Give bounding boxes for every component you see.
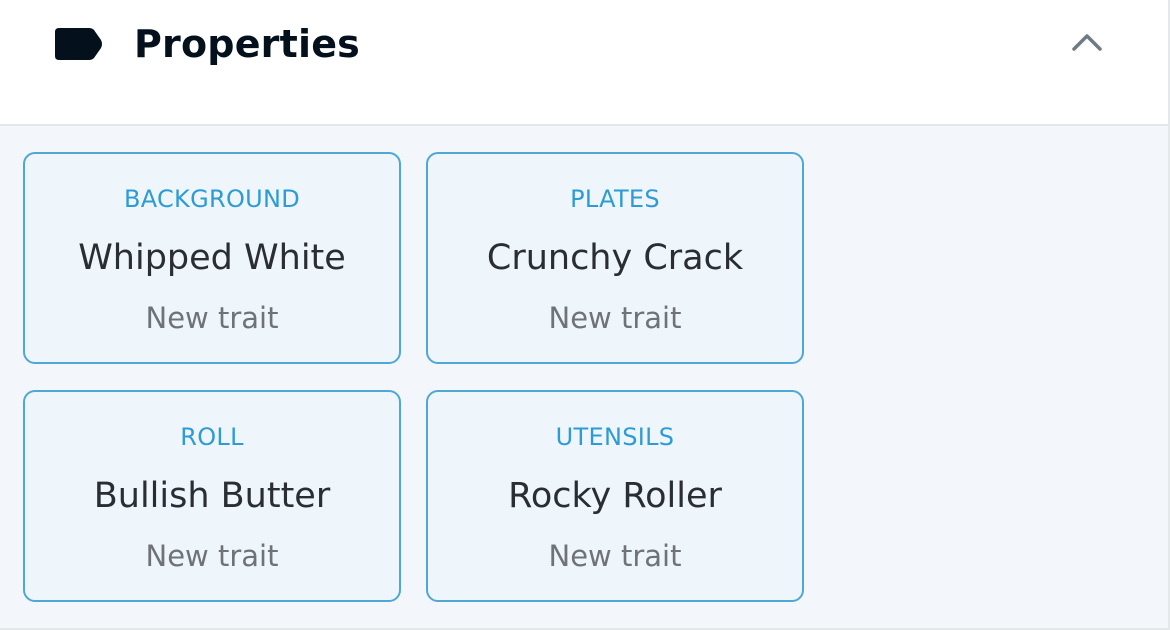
chevron-up-icon <box>1071 32 1103 56</box>
trait-rarity: New trait <box>145 539 279 573</box>
trait-rarity: New trait <box>548 539 682 573</box>
trait-type: ROLL <box>180 423 244 451</box>
trait-value: Whipped White <box>78 238 346 278</box>
trait-value: Rocky Roller <box>508 476 722 516</box>
trait-card-roll[interactable]: ROLL Bullish Butter New trait <box>23 390 401 602</box>
trait-rarity: New trait <box>145 301 279 335</box>
trait-rarity: New trait <box>548 301 682 335</box>
trait-type: BACKGROUND <box>123 185 301 213</box>
collapse-button[interactable] <box>1064 24 1110 64</box>
properties-panel: Properties BACKGROUND Whipped White New … <box>0 0 1170 630</box>
properties-header[interactable]: Properties <box>0 0 1168 126</box>
trait-card-background[interactable]: BACKGROUND Whipped White New trait <box>23 152 401 364</box>
section-title: Properties <box>134 22 360 66</box>
trait-card-utensils[interactable]: UTENSILS Rocky Roller New trait <box>426 390 804 602</box>
trait-type: UTENSILS <box>555 423 675 451</box>
trait-value: Bullish Butter <box>93 476 331 516</box>
trait-value: Crunchy Crack <box>486 238 744 278</box>
traits-grid: BACKGROUND Whipped White New trait PLATE… <box>0 126 1168 628</box>
tag-icon <box>55 28 103 60</box>
trait-type: PLATES <box>570 185 660 213</box>
trait-card-plates[interactable]: PLATES Crunchy Crack New trait <box>426 152 804 364</box>
